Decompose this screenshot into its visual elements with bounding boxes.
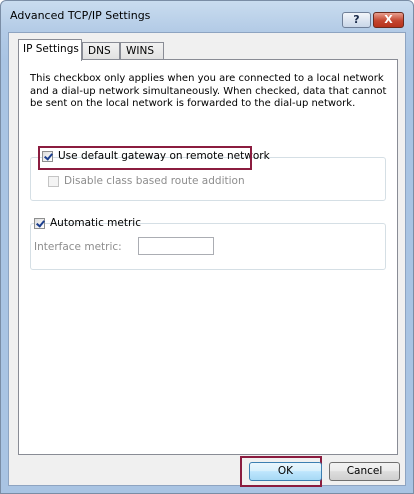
dialog-window: Advanced TCP/IP Settings ? X IP Settings… bbox=[0, 0, 414, 494]
ip-settings-panel: This checkbox only applies when you are … bbox=[18, 59, 398, 455]
checkbox-unchecked-icon bbox=[48, 176, 59, 187]
automatic-metric-label: Automatic metric bbox=[50, 217, 141, 229]
window-title: Advanced TCP/IP Settings bbox=[10, 9, 151, 22]
title-bar[interactable]: Advanced TCP/IP Settings ? X bbox=[1, 1, 413, 31]
interface-metric-input bbox=[138, 237, 214, 255]
disable-class-based-route-label: Disable class based route addition bbox=[64, 175, 245, 187]
interface-metric-label: Interface metric: bbox=[34, 241, 122, 253]
highlight-frame-gateway bbox=[38, 146, 252, 170]
dialog-client-area: IP Settings DNS WINS This checkbox only … bbox=[8, 32, 406, 487]
cancel-button[interactable]: Cancel bbox=[329, 462, 400, 481]
ok-button[interactable]: OK bbox=[249, 462, 322, 481]
close-icon: X bbox=[384, 13, 393, 26]
tab-wins[interactable]: WINS bbox=[120, 42, 164, 60]
tab-dns[interactable]: DNS bbox=[82, 42, 120, 60]
automatic-metric-checkbox[interactable]: Automatic metric bbox=[34, 217, 141, 232]
tab-ip-settings[interactable]: IP Settings bbox=[18, 39, 82, 61]
help-icon: ? bbox=[353, 13, 360, 26]
gateway-description: This checkbox only applies when you are … bbox=[30, 73, 387, 109]
close-button[interactable]: X bbox=[373, 12, 404, 28]
checkbox-checked-icon[interactable] bbox=[34, 218, 45, 229]
help-button[interactable]: ? bbox=[342, 12, 371, 28]
